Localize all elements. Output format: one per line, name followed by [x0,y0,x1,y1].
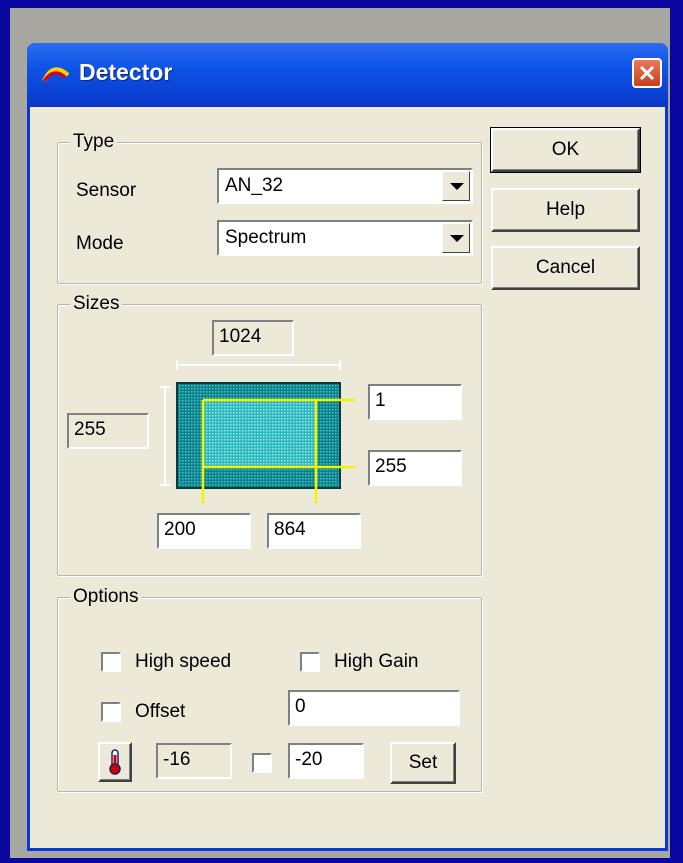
offset-label: Offset [135,701,186,722]
roi-area [203,400,316,467]
ok-button[interactable]: OK [490,127,641,173]
total-height-field: 255 [67,413,149,449]
chevron-down-icon[interactable] [442,223,470,253]
mode-label: Mode [76,233,124,254]
current-temperature-field: -16 [156,743,232,779]
temperature-button[interactable] [98,742,132,782]
high-gain-label: High Gain [334,651,419,672]
total-width-field: 1024 [212,320,294,356]
sensor-label: Sensor [76,180,137,201]
app-logo-icon [42,67,70,82]
mode-select[interactable]: Spectrum [217,220,473,256]
title-bar[interactable]: Detector [27,43,668,107]
type-group: Type [57,131,482,284]
type-group-label: Type [70,131,118,153]
offset-input[interactable]: 0 [288,690,460,726]
close-button[interactable] [632,58,662,88]
offset-checkbox[interactable] [101,702,121,722]
help-button[interactable]: Help [491,188,640,232]
roi-right-input[interactable]: 864 [267,513,361,549]
sensor-diagram [160,360,355,503]
cancel-button[interactable]: Cancel [491,246,640,290]
high-gain-checkbox[interactable] [300,652,320,672]
roi-left-input[interactable]: 200 [157,513,251,549]
cooling-checkbox[interactable] [252,753,272,773]
set-button[interactable]: Set [390,742,456,784]
high-speed-label: High speed [135,651,232,672]
roi-bottom-input[interactable]: 255 [368,450,462,486]
mode-value: Spectrum [225,227,307,248]
sensor-select[interactable]: AN_32 [217,168,473,204]
temperature-setpoint-input[interactable]: -20 [288,743,364,779]
high-speed-checkbox[interactable] [101,652,121,672]
window-title: Detector [79,59,173,85]
options-group-label: Options [70,586,142,608]
roi-top-input[interactable]: 1 [368,384,462,420]
sizes-group-label: Sizes [70,293,123,315]
thermometer-icon [109,749,121,775]
sensor-value: AN_32 [225,175,284,196]
close-icon [639,65,655,81]
chevron-down-icon[interactable] [442,171,470,201]
